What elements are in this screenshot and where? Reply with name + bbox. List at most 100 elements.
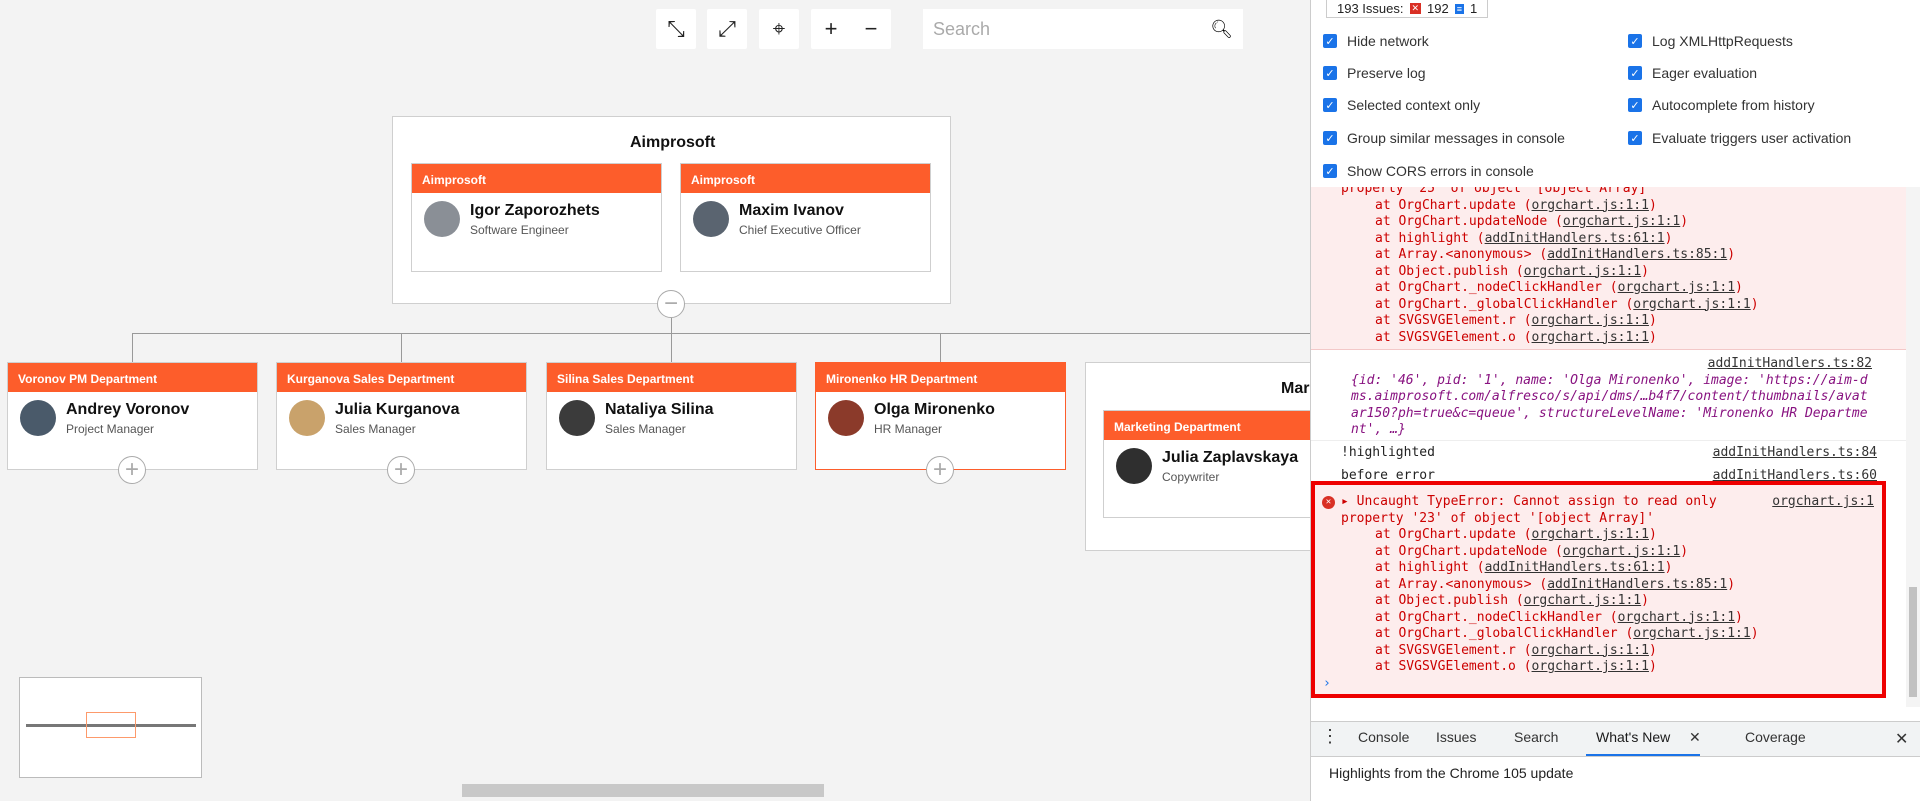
check-icon: ✓ bbox=[1323, 98, 1337, 112]
expand-node-icon[interactable]: + bbox=[118, 456, 146, 484]
source-link[interactable]: addInitHandlers.ts:85:1 bbox=[1547, 247, 1727, 262]
stack-frame: at Object.publish (orgchart.js:1:1) bbox=[1341, 264, 1907, 281]
setting-checkbox[interactable]: ✓ Hide network bbox=[1323, 33, 1429, 49]
check-icon: ✓ bbox=[1628, 98, 1642, 112]
check-icon: ✓ bbox=[1323, 131, 1337, 145]
dept-card[interactable]: Kurganova Sales Department Julia Kurgano… bbox=[276, 362, 527, 470]
center-icon[interactable]: ⌖ bbox=[759, 9, 799, 49]
setting-label: Show CORS errors in console bbox=[1347, 163, 1534, 179]
member-name: Igor Zaporozhets bbox=[470, 201, 600, 219]
minimap[interactable] bbox=[19, 677, 202, 778]
stack-frame: at OrgChart._globalClickHandler (orgchar… bbox=[1341, 297, 1907, 314]
search-box[interactable]: 🔍︎ bbox=[923, 9, 1243, 49]
tab-console[interactable]: Console bbox=[1358, 729, 1409, 745]
source-link[interactable]: orgchart.js:1:1 bbox=[1633, 297, 1750, 312]
setting-checkbox[interactable]: ✓ Preserve log bbox=[1323, 65, 1426, 81]
stack-frame: at OrgChart.updateNode (orgchart.js:1:1) bbox=[1341, 544, 1874, 561]
root-member-card[interactable]: Aimprosoft Maxim Ivanov Chief Executive O… bbox=[680, 163, 931, 272]
minimap-viewport[interactable] bbox=[86, 712, 136, 738]
search-icon[interactable]: 🔍︎ bbox=[1210, 19, 1233, 40]
stack-frame: at OrgChart._globalClickHandler (orgchar… bbox=[1341, 626, 1874, 643]
info-icon: ≡ bbox=[1454, 3, 1465, 14]
source-link[interactable]: orgchart.js:1:1 bbox=[1563, 544, 1680, 559]
dept-card-selected[interactable]: Mironenko HR Department Olga Mironenko HR… bbox=[815, 362, 1066, 470]
console-prompt[interactable]: › bbox=[1323, 676, 1331, 693]
stack-frame: at OrgChart._nodeClickHandler (orgchart.… bbox=[1341, 280, 1907, 297]
frame-function: at OrgChart._nodeClickHandler ( bbox=[1375, 280, 1618, 295]
member-title: Sales Manager bbox=[605, 421, 686, 436]
tab-search[interactable]: Search bbox=[1514, 729, 1558, 745]
stack-frame: at highlight (addInitHandlers.ts:61:1) bbox=[1341, 560, 1874, 577]
avatar bbox=[693, 201, 729, 237]
tab-whats-new[interactable]: What's New bbox=[1596, 729, 1670, 745]
setting-label: Eager evaluation bbox=[1652, 65, 1758, 81]
horizontal-scrollbar[interactable] bbox=[462, 784, 824, 797]
frame-close: ) bbox=[1680, 214, 1689, 229]
source-link[interactable]: orgchart.js:1 bbox=[1772, 494, 1874, 511]
info-count: 1 bbox=[1470, 1, 1478, 16]
source-link[interactable]: orgchart.js:1:1 bbox=[1524, 264, 1641, 279]
expand-node-icon[interactable]: + bbox=[387, 456, 415, 484]
tab-coverage[interactable]: Coverage bbox=[1745, 729, 1806, 745]
connector-line bbox=[132, 333, 133, 362]
logged-object[interactable]: {id: '46', pid: '1', name: 'Olga Mironen… bbox=[1351, 373, 1872, 439]
member-name: Julia Zaplavskaya bbox=[1162, 448, 1299, 466]
issues-counter[interactable]: 193 Issues: ✕ 192 ≡ 1 bbox=[1326, 0, 1489, 18]
close-drawer-icon[interactable]: ✕ bbox=[1895, 729, 1908, 749]
setting-checkbox[interactable]: ✓ Autocomplete from history bbox=[1628, 97, 1815, 113]
search-input[interactable] bbox=[933, 18, 1211, 40]
zoom-in-icon[interactable]: + bbox=[825, 16, 838, 42]
source-link[interactable]: addInitHandlers.ts:85:1 bbox=[1547, 577, 1727, 592]
setting-checkbox[interactable]: ✓ Log XMLHttpRequests bbox=[1628, 33, 1793, 49]
expand-icon[interactable]: ⤢ bbox=[707, 9, 747, 49]
tab-issues[interactable]: Issues bbox=[1436, 729, 1476, 745]
close-tab-icon[interactable]: ✕ bbox=[1689, 729, 1701, 746]
dept-card[interactable]: Marketing Department Julia Zaplavskaya Co… bbox=[1103, 410, 1310, 518]
member-title: Project Manager bbox=[66, 421, 155, 436]
collapse-icon[interactable]: − bbox=[657, 290, 685, 318]
frame-function: at OrgChart.update ( bbox=[1375, 197, 1532, 213]
source-link[interactable]: orgchart.js:1:1 bbox=[1524, 593, 1641, 608]
dept-card[interactable]: Silina Sales Department Nataliya Silina S… bbox=[546, 362, 797, 470]
source-link[interactable]: addInitHandlers.ts:61:1 bbox=[1485, 231, 1665, 246]
source-link[interactable]: orgchart.js:1:1 bbox=[1618, 280, 1735, 295]
source-link[interactable]: orgchart.js:1:1 bbox=[1532, 527, 1649, 542]
source-link[interactable]: orgchart.js:1:1 bbox=[1633, 626, 1750, 641]
setting-label: Group similar messages in console bbox=[1347, 130, 1565, 146]
scrollbar-thumb[interactable] bbox=[1909, 587, 1917, 697]
source-link[interactable]: orgchart.js:1:1 bbox=[1563, 214, 1680, 229]
frame-function: at Object.publish ( bbox=[1375, 263, 1524, 279]
source-link[interactable]: orgchart.js:1:1 bbox=[1532, 659, 1649, 674]
drawer-menu-icon[interactable]: ⋮ bbox=[1321, 726, 1339, 747]
zoom-out-icon[interactable]: − bbox=[865, 16, 878, 42]
root-member-card[interactable]: Aimprosoft Igor Zaporozhets Software Engi… bbox=[411, 163, 662, 272]
fit-icon[interactable]: ⤡ bbox=[656, 9, 696, 49]
org-chart-canvas[interactable]: ⤡ ⤢ ⌖ +− 🔍︎ Aimprosoft Aimprosoft Igor Z… bbox=[0, 0, 1310, 801]
setting-checkbox[interactable]: ✓ Evaluate triggers user activation bbox=[1628, 130, 1851, 146]
source-link[interactable]: orgchart.js:1:1 bbox=[1532, 330, 1649, 345]
console-scrollbar[interactable] bbox=[1906, 187, 1920, 707]
source-link[interactable]: addInitHandlers.ts:61:1 bbox=[1485, 560, 1665, 575]
frame-function: at OrgChart._nodeClickHandler ( bbox=[1375, 609, 1618, 625]
issues-label: 193 Issues: bbox=[1337, 1, 1404, 16]
setting-checkbox[interactable]: ✓ Group similar messages in console bbox=[1323, 130, 1565, 146]
frame-function: at OrgChart.updateNode ( bbox=[1375, 543, 1563, 559]
setting-checkbox[interactable]: ✓ Eager evaluation bbox=[1628, 65, 1757, 81]
source-link[interactable]: orgchart.js:1:1 bbox=[1532, 198, 1649, 213]
error-message[interactable]: ▸ Uncaught TypeError: Cannot assign to r… bbox=[1341, 494, 1717, 511]
setting-checkbox[interactable]: ✓ Selected context only bbox=[1323, 97, 1480, 113]
source-link[interactable]: addInitHandlers.ts:84 bbox=[1713, 445, 1877, 462]
avatar bbox=[559, 400, 595, 436]
dept-card[interactable]: Voronov PM Department Andrey Voronov Proj… bbox=[7, 362, 258, 470]
member-title: Copywriter bbox=[1162, 469, 1220, 484]
member-title: Software Engineer bbox=[470, 222, 569, 237]
frame-function: at OrgChart._globalClickHandler ( bbox=[1375, 296, 1634, 312]
source-link[interactable]: orgchart.js:1:1 bbox=[1532, 643, 1649, 658]
expand-node-icon[interactable]: + bbox=[926, 456, 954, 484]
source-link[interactable]: addInitHandlers.ts:82 bbox=[1708, 356, 1872, 371]
setting-checkbox[interactable]: ✓ Show CORS errors in console bbox=[1323, 163, 1534, 179]
source-link[interactable]: orgchart.js:1:1 bbox=[1618, 610, 1735, 625]
source-link[interactable]: orgchart.js:1:1 bbox=[1532, 313, 1649, 328]
frame-close: ) bbox=[1680, 543, 1689, 559]
console-log: !highlighted addInitHandlers.ts:84 bbox=[1341, 445, 1877, 462]
